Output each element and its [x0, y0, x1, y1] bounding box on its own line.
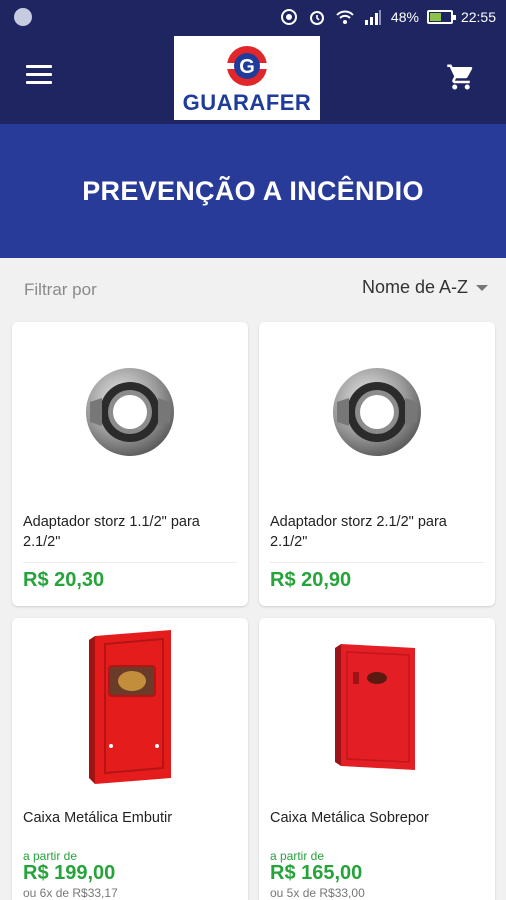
cart-button[interactable]: [446, 62, 476, 92]
product-card[interactable]: Caixa Metálica Embutir a partir de R$ 19…: [12, 618, 248, 900]
logo-mark-icon: G: [225, 46, 269, 86]
chevron-down-icon: [476, 284, 488, 291]
product-card[interactable]: Adaptador storz 1.1/2" para 2.1/2" R$ 20…: [12, 322, 248, 606]
product-price: R$ 165,00: [270, 862, 363, 884]
battery-percent: 48%: [390, 9, 419, 25]
product-image: [259, 618, 495, 798]
category-hero: PREVENÇÃO A INCÊNDIO: [0, 124, 506, 258]
status-bar: 48% 22:55: [0, 0, 506, 34]
cart-icon: [447, 64, 473, 90]
status-icons: 48% 22:55: [279, 0, 496, 34]
hydrant-cabinet-image: [335, 644, 415, 770]
price-from-label: a partir de: [23, 849, 78, 863]
filter-button[interactable]: Filtrar por: [24, 280, 97, 300]
notification-dot-icon: [14, 8, 32, 26]
battery-icon: [426, 10, 456, 24]
alarm-icon: [307, 7, 327, 27]
wifi-icon: [335, 7, 355, 27]
storz-adapter-image: [86, 368, 174, 456]
logo-text: GUARAFER: [182, 90, 312, 115]
divider: [23, 562, 237, 563]
product-card[interactable]: Caixa Metálica Sobrepor a partir de R$ 1…: [259, 618, 495, 900]
signal-icon: [363, 7, 383, 27]
product-name: Adaptador storz 2.1/2" para 2.1/2": [270, 514, 447, 550]
sync-icon: [279, 7, 299, 27]
storz-adapter-image: [333, 368, 421, 456]
menu-button[interactable]: [26, 65, 52, 87]
menu-icon: [26, 65, 52, 68]
product-price: R$ 20,90: [270, 569, 352, 591]
product-price: R$ 199,00: [23, 862, 116, 884]
product-price: R$ 20,30: [23, 569, 105, 591]
product-image: [12, 322, 248, 502]
product-image: [259, 322, 495, 502]
product-image: [12, 618, 248, 798]
product-name: Adaptador storz 1.1/2" para 2.1/2": [23, 514, 200, 550]
sort-value: Nome de A-Z: [361, 277, 468, 297]
product-name: Caixa Metálica Sobrepor: [270, 810, 429, 826]
product-name: Caixa Metálica Embutir: [23, 810, 173, 826]
installments: ou 5x de R$33,00: [270, 886, 365, 900]
product-card[interactable]: Adaptador storz 2.1/2" para 2.1/2" R$ 20…: [259, 322, 495, 606]
divider: [270, 562, 484, 563]
installments: ou 6x de R$33,17: [23, 886, 118, 900]
brand-logo[interactable]: G GUARAFER: [174, 36, 320, 120]
price-from-label: a partir de: [270, 849, 325, 863]
category-title: PREVENÇÃO A INCÊNDIO: [82, 175, 424, 206]
svg-text:G: G: [239, 56, 255, 78]
hydrant-cabinet-image: [89, 630, 171, 784]
app-bar: G GUARAFER: [0, 34, 506, 124]
clock: 22:55: [460, 9, 496, 25]
sort-dropdown[interactable]: Nome de A-Z: [362, 277, 488, 298]
